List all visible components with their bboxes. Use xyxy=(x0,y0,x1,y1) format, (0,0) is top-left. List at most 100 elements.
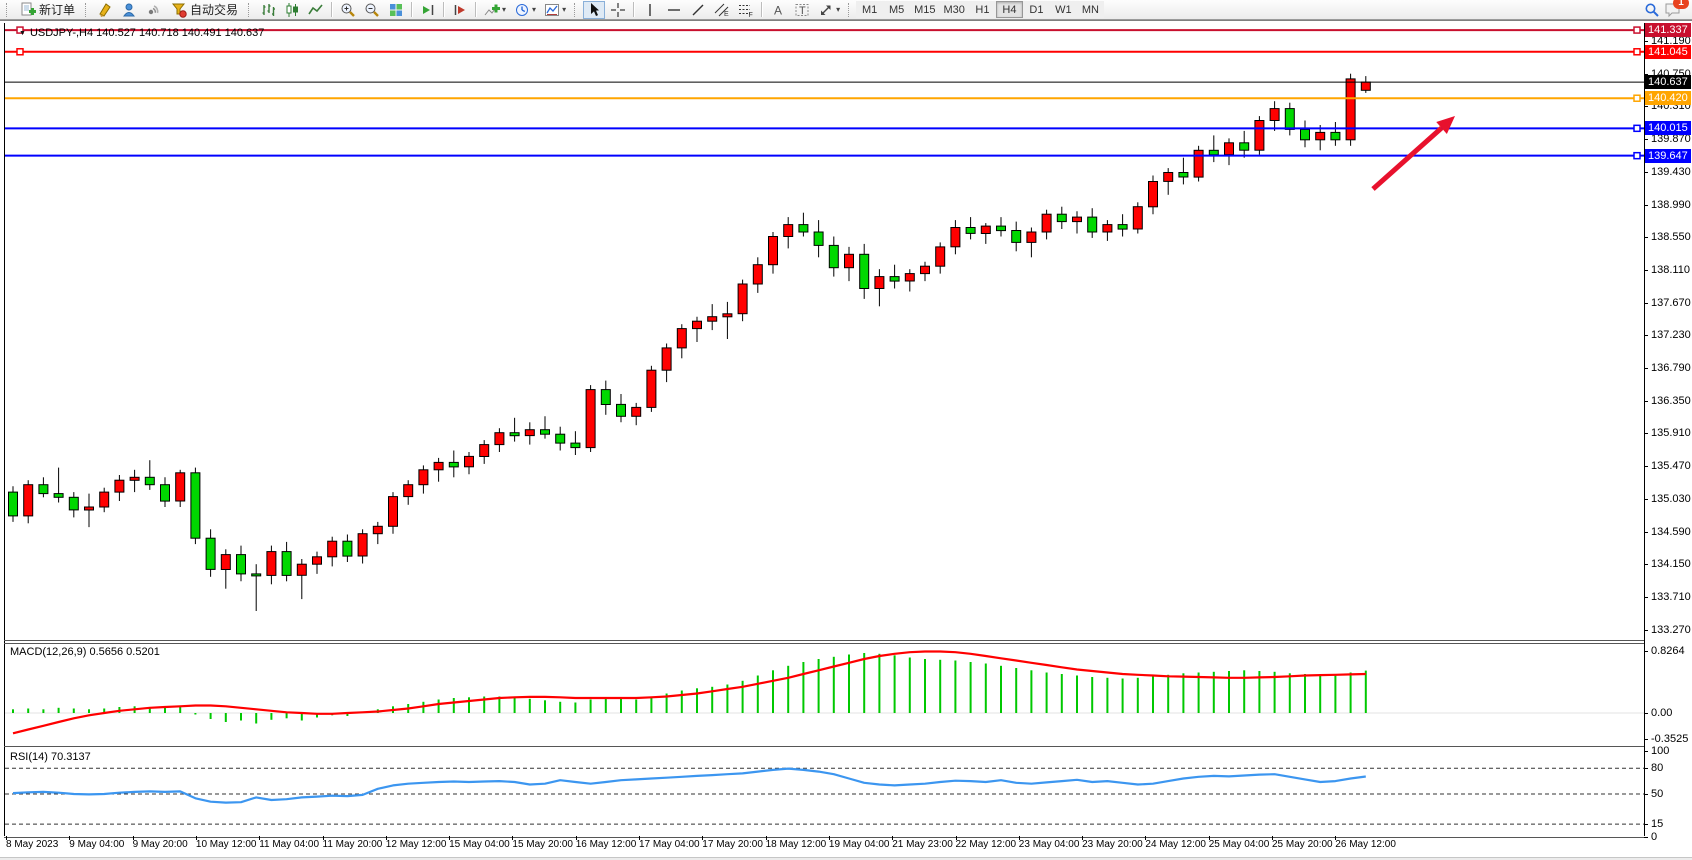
brush-icon xyxy=(97,2,113,18)
periods-button[interactable]: ▾ xyxy=(511,1,539,19)
rsi-tick-label: 100 xyxy=(1651,745,1669,757)
rsi-canvas[interactable] xyxy=(5,749,1645,837)
price-tick-label: 136.790 xyxy=(1651,362,1691,374)
pane-divider[interactable] xyxy=(4,746,1645,747)
price-tick-label: 135.030 xyxy=(1651,493,1691,505)
timeframe-d1[interactable]: D1 xyxy=(1023,1,1050,18)
macd-canvas[interactable] xyxy=(5,644,1645,746)
macd-tick-mark xyxy=(1644,713,1648,714)
date-tick-mark xyxy=(1209,836,1210,840)
date-axis[interactable]: 8 May 20239 May 04:009 May 20:0010 May 1… xyxy=(4,839,1644,854)
candle xyxy=(85,507,94,510)
rsi-tick-label: 80 xyxy=(1651,762,1663,774)
timeframe-m1[interactable]: M1 xyxy=(856,1,883,18)
date-tick-mark xyxy=(259,836,260,840)
rsi-tick-mark xyxy=(1644,824,1648,825)
candle xyxy=(191,473,200,538)
line-handle[interactable] xyxy=(1634,125,1640,131)
dropdown-caret: ▾ xyxy=(836,5,840,14)
line-handle[interactable] xyxy=(1634,27,1640,33)
plot-bottom-border xyxy=(4,837,1649,838)
macd-pane[interactable]: MACD(12,26,9) 0.5656 0.5201 xyxy=(5,644,1645,746)
price-tick-mark xyxy=(1644,205,1648,206)
trendline-button[interactable] xyxy=(687,1,709,19)
candle xyxy=(267,552,276,576)
community-person-icon xyxy=(121,2,137,18)
indicators-icon xyxy=(484,2,500,18)
text-button[interactable]: A xyxy=(767,1,789,19)
candle xyxy=(525,430,534,436)
symbol-dropdown-icon[interactable]: ▼ xyxy=(19,30,26,37)
chart-shift-button[interactable] xyxy=(449,1,471,19)
price-tick-mark xyxy=(1644,433,1648,434)
price-axis[interactable]: 141.190140.750140.310139.870139.430138.9… xyxy=(1644,21,1692,860)
templates-button[interactable]: ▾ xyxy=(541,1,569,19)
line-handle[interactable] xyxy=(17,49,23,55)
pane-divider[interactable] xyxy=(4,640,1645,641)
svg-text:A: A xyxy=(774,3,782,17)
toolbar-separator xyxy=(475,2,477,17)
cursor-button[interactable] xyxy=(583,1,605,19)
zoom-in-button[interactable] xyxy=(337,1,359,19)
line-handle[interactable] xyxy=(1634,49,1640,55)
annotation-arrow[interactable] xyxy=(1373,128,1442,189)
toolbar-grip xyxy=(574,3,578,17)
chat-button[interactable]: 1 xyxy=(1664,1,1682,18)
community-button[interactable] xyxy=(118,1,140,19)
candle xyxy=(389,497,398,527)
auto-scroll-button[interactable] xyxy=(417,1,439,19)
signals-button[interactable] xyxy=(142,1,164,19)
candle xyxy=(1255,121,1264,151)
bar-chart-button[interactable] xyxy=(257,1,279,19)
timeframe-m5[interactable]: M5 xyxy=(883,1,910,18)
arrows-icon xyxy=(818,2,834,18)
price-tick-mark xyxy=(1644,303,1648,304)
candle xyxy=(495,433,504,445)
price-pane[interactable]: ▼ USDJPY-,H4 140.527 140.718 140.491 140… xyxy=(5,23,1645,639)
line-handle[interactable] xyxy=(1634,153,1640,159)
tile-windows-button[interactable] xyxy=(385,1,407,19)
candlestick-chart-button[interactable] xyxy=(281,1,303,19)
price-tick-mark xyxy=(1644,335,1648,336)
text-label-button[interactable]: T xyxy=(791,1,813,19)
zoom-out-button[interactable] xyxy=(361,1,383,19)
timeframe-w1[interactable]: W1 xyxy=(1050,1,1077,18)
dropdown-caret: ▾ xyxy=(502,5,506,14)
price-tick-label: 136.350 xyxy=(1651,395,1691,407)
search-button[interactable] xyxy=(1641,1,1663,19)
crosshair-button[interactable] xyxy=(607,1,629,19)
toolbar-separator xyxy=(443,2,445,17)
candlestick-canvas[interactable] xyxy=(5,23,1645,639)
line-chart-button[interactable] xyxy=(305,1,327,19)
timeframe-m30[interactable]: M30 xyxy=(940,1,969,18)
date-tick-mark xyxy=(69,836,70,840)
date-label: 22 May 12:00 xyxy=(956,839,1017,850)
line-handle[interactable] xyxy=(1634,95,1640,101)
timeframe-mn[interactable]: MN xyxy=(1077,1,1104,18)
candle xyxy=(206,538,215,569)
fibonacci-button[interactable]: F xyxy=(735,1,757,19)
rsi-tick-label: 15 xyxy=(1651,818,1663,830)
candle xyxy=(1285,109,1294,130)
arrows-button[interactable]: ▾ xyxy=(815,1,843,19)
line-chart-icon xyxy=(308,2,324,18)
candle xyxy=(1179,173,1188,178)
chart-title-row: ▼ USDJPY-,H4 140.527 140.718 140.491 140… xyxy=(19,27,264,39)
timeframe-h4[interactable]: H4 xyxy=(996,1,1023,18)
timeframe-m15[interactable]: M15 xyxy=(910,1,939,18)
candle xyxy=(860,254,869,288)
timeframe-h1[interactable]: H1 xyxy=(969,1,996,18)
price-tick-mark xyxy=(1644,532,1648,533)
candle xyxy=(419,470,428,485)
new-order-button[interactable]: 新订单 xyxy=(15,1,80,19)
vertical-line-button[interactable] xyxy=(639,1,661,19)
equidistant-channel-button[interactable]: E xyxy=(711,1,733,19)
candle xyxy=(1042,214,1051,232)
price-tick-label: 134.590 xyxy=(1651,526,1691,538)
rsi-pane[interactable]: RSI(14) 70.3137 xyxy=(5,749,1645,837)
macd-tick-label: 0.8264 xyxy=(1651,645,1685,657)
autotrading-button[interactable]: 自动交易 xyxy=(166,1,243,19)
brush-button[interactable] xyxy=(94,1,116,19)
horizontal-line-button[interactable] xyxy=(663,1,685,19)
indicators-button[interactable]: ▾ xyxy=(481,1,509,19)
